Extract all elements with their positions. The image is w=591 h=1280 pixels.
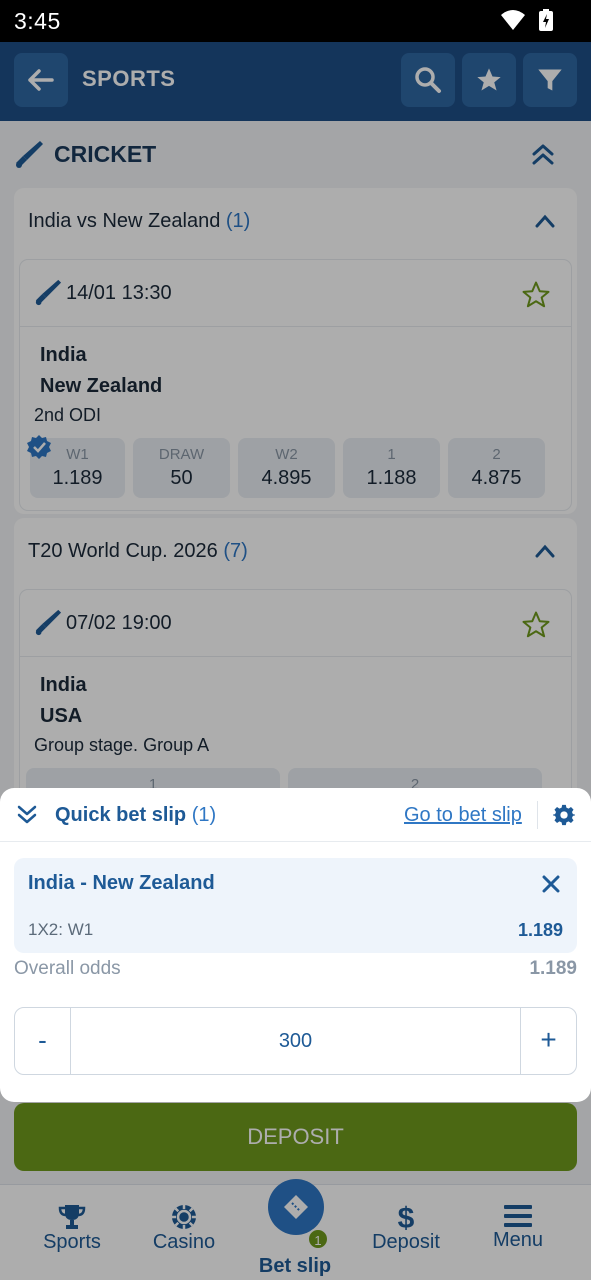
- bet-match: India - New Zealand: [28, 872, 215, 894]
- gear-icon[interactable]: [553, 804, 575, 826]
- wifi-icon: [501, 10, 525, 30]
- status-bar: 3:45: [0, 0, 591, 42]
- bet-odds: 1.189: [517, 920, 563, 940]
- battery-icon: [539, 9, 553, 31]
- bet-card: India - New Zealand 1X2: W1 1.189: [14, 858, 577, 953]
- sheet-title: Quick bet slip (1): [55, 804, 216, 827]
- overall-odds-value: 1.189: [529, 958, 577, 979]
- bet-market: 1X2: W1: [28, 920, 94, 939]
- go-to-bet-slip-link[interactable]: Go to bet slip: [404, 804, 522, 827]
- close-icon[interactable]: [541, 874, 561, 894]
- overall-odds-label: Overall odds: [14, 958, 121, 979]
- stake-input[interactable]: [71, 1008, 520, 1074]
- sheet-count: (1): [191, 804, 217, 826]
- stake-decrease-button[interactable]: -: [15, 1008, 71, 1074]
- status-icons: [501, 9, 553, 31]
- divider: [537, 801, 538, 829]
- status-time: 3:45: [14, 8, 61, 34]
- sheet-title-text: Quick bet slip: [55, 804, 187, 826]
- stake-stepper: - +: [14, 1007, 577, 1075]
- sheet-header: Quick bet slip (1) Go to bet slip: [0, 788, 591, 842]
- chevron-double-down-icon[interactable]: [16, 804, 38, 824]
- stake-increase-button[interactable]: +: [520, 1008, 576, 1074]
- quick-bet-slip: Quick bet slip (1) Go to bet slip India …: [0, 788, 591, 1102]
